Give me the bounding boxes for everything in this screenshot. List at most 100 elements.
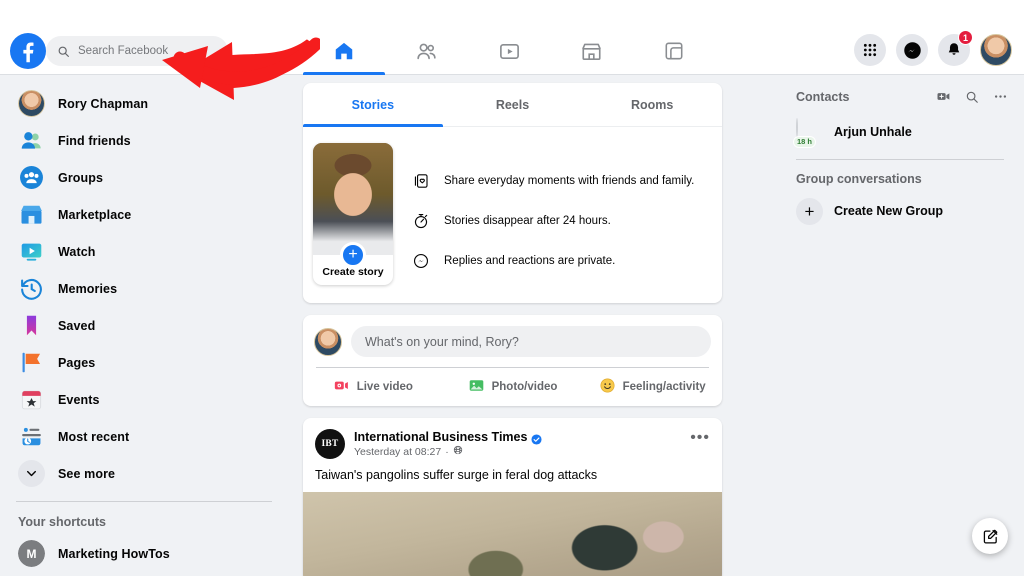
live-video-button[interactable]: Live video: [303, 368, 443, 406]
sidebar-item-events[interactable]: Events: [6, 381, 284, 418]
story-info-row: Share everyday moments with friends and …: [411, 171, 694, 191]
live-video-icon: [333, 377, 350, 397]
sidebar-item-memories[interactable]: Memories: [6, 270, 284, 307]
feed-post: IBT International Business Times Yesterd…: [303, 418, 722, 576]
sidebar-item-saved[interactable]: Saved: [6, 307, 284, 344]
watch-icon: [18, 238, 45, 265]
shortcut-label: Marketing HowTos: [58, 546, 170, 561]
sidebar-divider: [16, 501, 272, 502]
nav-tab-friends[interactable]: [385, 27, 467, 75]
search-placeholder: Search Facebook: [78, 45, 169, 57]
main-nav-tabs: [303, 27, 715, 75]
nav-tab-home[interactable]: [303, 27, 386, 75]
post-page-logo[interactable]: IBT: [315, 429, 345, 459]
sidebar-item-label: Pages: [58, 355, 96, 370]
top-navigation-bar: Search Facebook 1: [0, 0, 1024, 75]
create-new-group-button[interactable]: + Create New Group: [786, 193, 1008, 229]
sidebar-item-see-more[interactable]: See more: [6, 455, 284, 492]
sidebar-item-label: Saved: [58, 318, 96, 333]
nav-tab-groups[interactable]: [633, 27, 715, 75]
sidebar-item-marketplace[interactable]: Marketplace: [6, 196, 284, 233]
facebook-logo[interactable]: [10, 33, 46, 69]
create-story-photo: [313, 143, 393, 255]
most-recent-icon: [18, 423, 45, 450]
sidebar-item-label: See more: [58, 466, 116, 481]
story-info-text: Replies and reactions are private.: [444, 255, 616, 267]
live-video-label: Live video: [356, 381, 413, 393]
feeling-activity-button[interactable]: Feeling/activity: [582, 368, 722, 406]
shortcuts-heading: Your shortcuts: [18, 515, 106, 529]
sidebar-item-pages[interactable]: Pages: [6, 344, 284, 381]
center-feed: Stories Reels Rooms + Create story Share…: [303, 83, 722, 576]
left-sidebar: Rory Chapman Find friends Groups Marketp…: [0, 75, 290, 576]
composer-actions: Live video Photo/video Feeling/activity: [303, 368, 722, 406]
composer-input[interactable]: What's on your mind, Rory?: [351, 326, 711, 357]
shortcut-item-marketing-howtos[interactable]: M Marketing HowTos: [6, 535, 284, 572]
story-info-row: Replies and reactions are private.: [411, 251, 694, 271]
contacts-header: Contacts: [786, 85, 1008, 114]
post-meta: International Business Times Yesterday a…: [354, 429, 681, 458]
post-composer-card: What's on your mind, Rory? Live video Ph…: [303, 315, 722, 406]
profile-avatar: [314, 327, 342, 356]
search-icon[interactable]: [965, 90, 979, 104]
notification-badge: 1: [958, 30, 973, 45]
search-input[interactable]: Search Facebook: [46, 36, 228, 66]
marketplace-icon: [18, 201, 45, 228]
search-icon: [57, 45, 70, 58]
tab-rooms[interactable]: Rooms: [582, 83, 722, 126]
messenger-icon: [903, 41, 921, 59]
post-image-pangolin[interactable]: [303, 492, 722, 576]
sidebar-item-groups[interactable]: Groups: [6, 159, 284, 196]
post-options-button[interactable]: •••: [690, 429, 710, 446]
memories-icon: [18, 275, 45, 302]
post-page-name[interactable]: International Business Times: [354, 430, 527, 444]
create-story-plus-icon: +: [340, 242, 366, 268]
stories-tabs: Stories Reels Rooms: [303, 83, 722, 127]
tab-reels[interactable]: Reels: [443, 83, 583, 126]
contacts-more-options-icon[interactable]: [993, 89, 1008, 104]
profile-avatar[interactable]: [980, 34, 1012, 66]
sidebar-item-find-friends[interactable]: Find friends: [6, 122, 284, 159]
stories-info-list: Share everyday moments with friends and …: [411, 143, 694, 285]
create-story-card[interactable]: + Create story: [313, 143, 393, 285]
notifications-button[interactable]: 1: [938, 30, 973, 66]
photo-video-button[interactable]: Photo/video: [443, 368, 583, 406]
events-icon: [18, 386, 45, 413]
saved-icon: [18, 312, 45, 339]
contact-item-arjun-unhale[interactable]: 18 h Arjun Unhale: [786, 114, 1008, 150]
nav-tab-marketplace[interactable]: [550, 27, 632, 75]
sidebar-item-most-recent[interactable]: Most recent: [6, 418, 284, 455]
post-text: Taiwan's pangolins suffer surge in feral…: [315, 468, 598, 482]
find-friends-icon: [18, 127, 45, 154]
facebook-page: Search Facebook 1 Rory Chapman Find frie…: [0, 0, 1024, 576]
top-right-actions: 1: [854, 30, 1012, 66]
avatar: [796, 117, 798, 137]
sidebar-item-watch[interactable]: Watch: [6, 233, 284, 270]
sidebar-item-profile[interactable]: Rory Chapman: [6, 85, 284, 122]
compose-icon: [983, 529, 997, 544]
feeling-icon: [599, 377, 616, 397]
contacts-title: Contacts: [796, 89, 850, 104]
chevron-down-icon: [18, 460, 45, 487]
messenger-button[interactable]: [896, 34, 928, 66]
composer-row: What's on your mind, Rory?: [314, 326, 711, 357]
sidebar-item-label: Groups: [58, 170, 104, 185]
nav-tab-watch[interactable]: [468, 27, 550, 75]
create-story-label: Create story: [322, 266, 384, 278]
tab-stories[interactable]: Stories: [303, 83, 443, 127]
globe-icon: [453, 445, 463, 458]
grid-menu-button[interactable]: [854, 34, 886, 66]
sidebar-item-label: Marketplace: [58, 207, 132, 222]
plus-icon: +: [796, 197, 823, 225]
contact-avatar-wrapper: 18 h: [793, 117, 823, 148]
sidebar-item-label: Rory Chapman: [58, 96, 149, 111]
compose-message-button[interactable]: [972, 518, 1008, 554]
video-call-icon[interactable]: [936, 89, 951, 104]
stories-card: Stories Reels Rooms + Create story Share…: [303, 83, 722, 303]
feeling-activity-label: Feeling/activity: [622, 381, 706, 393]
timer-icon: [411, 211, 431, 231]
post-separator: ·: [445, 445, 449, 458]
contact-name: Arjun Unhale: [834, 125, 912, 139]
photo-video-label: Photo/video: [491, 381, 558, 393]
stories-card-icon: [411, 171, 431, 191]
